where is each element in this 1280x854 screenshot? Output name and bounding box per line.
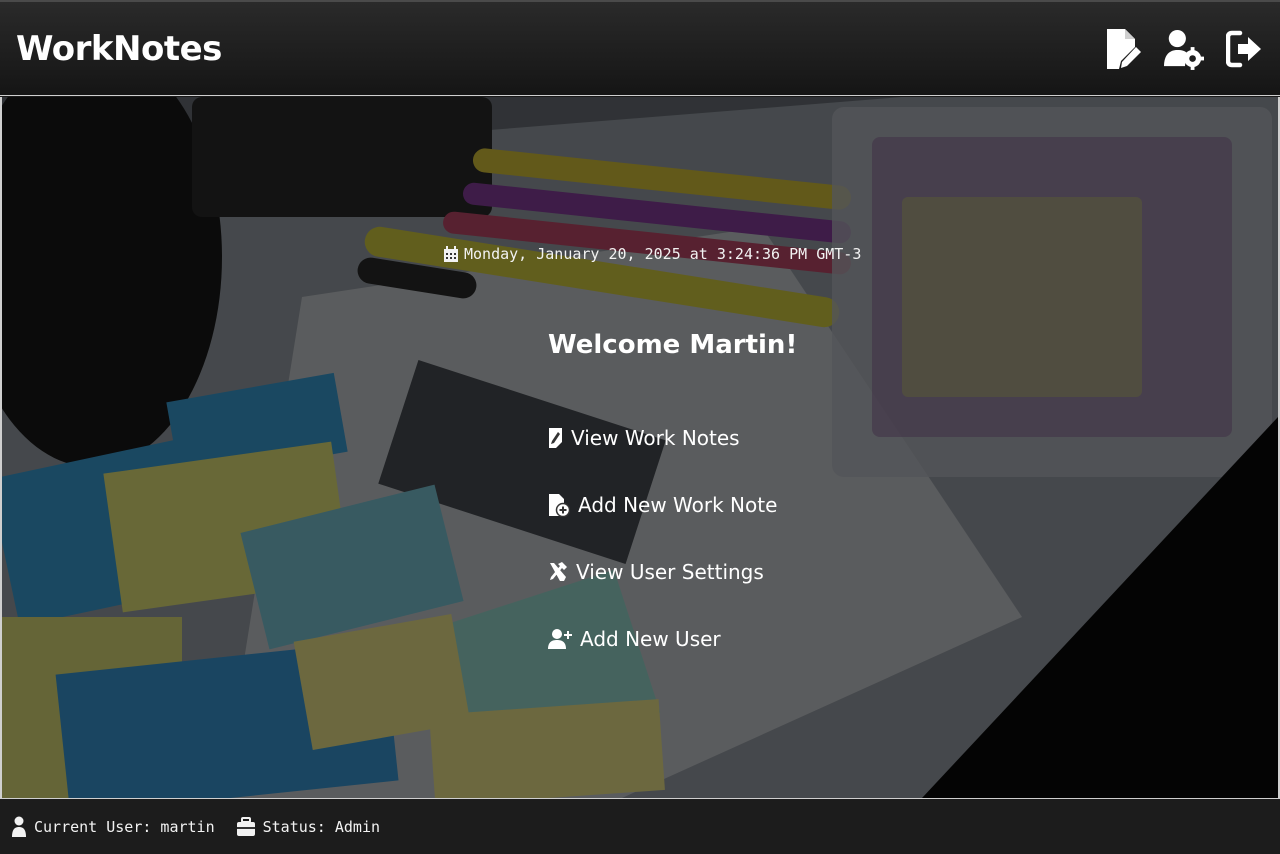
welcome-panel: Monday, January 20, 2025 at 3:24:36 PM G…	[2, 97, 1278, 798]
note-icon	[549, 428, 562, 448]
top-navbar: WorkNotes	[0, 0, 1280, 96]
brand-title[interactable]: WorkNotes	[16, 29, 222, 69]
user-gear-icon[interactable]	[1164, 26, 1204, 72]
current-user-text: Current User: martin	[34, 817, 215, 836]
user-plus-icon	[548, 629, 572, 649]
calendar-icon	[444, 246, 458, 262]
menu-label: View User Settings	[576, 560, 764, 584]
status-bar: Current User: martin Status: Admin	[0, 798, 1280, 854]
dashboard-main: Monday, January 20, 2025 at 3:24:36 PM G…	[0, 97, 1280, 798]
current-datetime: Monday, January 20, 2025 at 3:24:36 PM G…	[444, 245, 861, 263]
menu-view-work-notes[interactable]: View Work Notes	[548, 423, 777, 453]
file-add-icon	[549, 494, 570, 517]
briefcase-icon	[236, 816, 255, 836]
app-window: WorkNotes Monday, January 20, 2025 at 3:…	[0, 0, 1280, 854]
current-user-info: Current User: martin	[12, 816, 215, 838]
header-actions	[1104, 26, 1264, 72]
welcome-heading: Welcome Martin!	[548, 330, 798, 360]
menu-view-user-settings[interactable]: View User Settings	[548, 557, 777, 587]
datetime-text: Monday, January 20, 2025 at 3:24:36 PM G…	[464, 245, 862, 263]
menu-label: View Work Notes	[571, 426, 740, 450]
main-menu: View Work Notes Add New Work Note View U…	[548, 423, 777, 691]
menu-add-work-note[interactable]: Add New Work Note	[548, 490, 777, 520]
menu-label: Add New User	[580, 627, 721, 651]
user-icon	[12, 816, 26, 837]
menu-add-new-user[interactable]: Add New User	[548, 624, 777, 654]
status-text: Status: Admin	[262, 817, 381, 836]
file-edit-icon[interactable]	[1104, 26, 1144, 72]
status-info: Status: Admin	[236, 816, 381, 837]
tools-icon	[550, 562, 567, 581]
logout-icon[interactable]	[1224, 26, 1264, 72]
menu-label: Add New Work Note	[578, 493, 778, 517]
